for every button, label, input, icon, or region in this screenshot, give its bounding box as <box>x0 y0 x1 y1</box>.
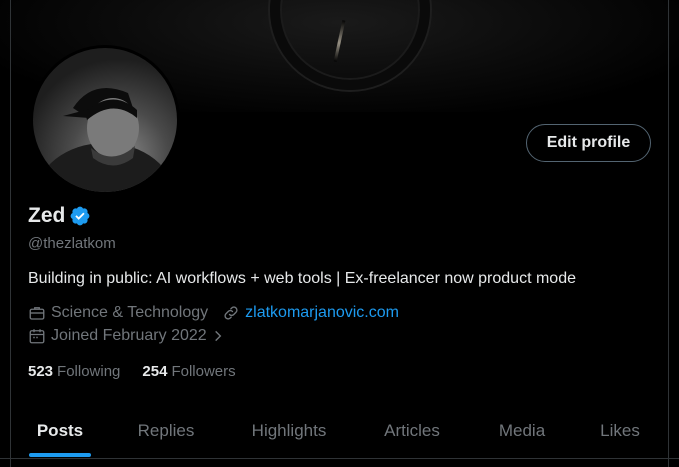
chevron-right-icon[interactable] <box>211 329 225 343</box>
link-icon <box>224 306 238 320</box>
followers-label: Followers <box>171 363 236 380</box>
profile-handle: @thezlatkom <box>28 235 116 252</box>
profile-joined-date: Joined February 2022 <box>51 327 207 344</box>
avatar[interactable] <box>30 45 180 195</box>
profile-website-link[interactable]: zlatkomarjanovic.com <box>245 304 399 322</box>
tabs-divider <box>0 458 679 459</box>
profile-meta-row: Science & Technology zlatkomarjanovic.co… <box>28 304 399 322</box>
profile-name: Zed <box>28 204 66 227</box>
tab-highlights[interactable]: Highlights <box>234 404 344 458</box>
edit-profile-button[interactable]: Edit profile <box>526 124 651 162</box>
tab-articles[interactable]: Articles <box>362 404 462 458</box>
following-label: Following <box>57 363 121 380</box>
tab-posts[interactable]: Posts <box>10 404 110 458</box>
follow-stats: 523 Following 254 Followers <box>28 363 236 380</box>
active-tab-indicator <box>29 453 91 457</box>
tab-replies[interactable]: Replies <box>116 404 216 458</box>
tab-likes[interactable]: Likes <box>571 404 669 458</box>
verified-badge-icon[interactable] <box>69 205 91 227</box>
avatar-image <box>33 48 177 192</box>
avatar-portrait <box>35 88 175 192</box>
calendar-icon <box>29 329 45 344</box>
profile-category[interactable]: Science & Technology <box>51 304 208 322</box>
briefcase-icon <box>29 307 45 320</box>
profile-page: Edit profile Zed @thezlatkom Building in… <box>0 0 679 467</box>
followers-link[interactable]: 254 Followers <box>142 363 235 380</box>
profile-bio: Building in public: AI workflows + web t… <box>28 270 576 287</box>
banner-image-ring <box>270 0 430 90</box>
profile-tabs: Posts Replies Highlights Articles Media … <box>10 404 669 458</box>
left-column-border <box>10 0 11 467</box>
profile-name-row: Zed <box>28 204 91 228</box>
following-count: 523 <box>28 363 54 380</box>
tab-media[interactable]: Media <box>472 404 572 458</box>
followers-count: 254 <box>142 363 168 380</box>
following-link[interactable]: 523 Following <box>28 363 120 380</box>
profile-joined-row: Joined February 2022 <box>28 327 225 345</box>
right-column-border <box>668 0 669 467</box>
